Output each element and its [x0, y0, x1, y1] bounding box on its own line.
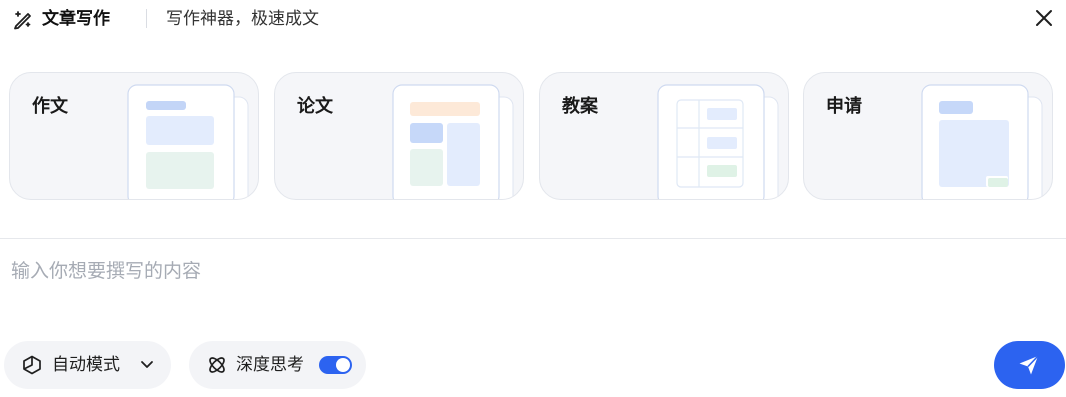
card-application[interactable]: 申请 [803, 72, 1053, 200]
card-essay[interactable]: 作文 [9, 72, 259, 200]
send-button[interactable] [994, 341, 1065, 389]
mode-selector[interactable]: 自动模式 [4, 341, 171, 389]
input-separator [0, 238, 1066, 239]
card-label: 申请 [826, 96, 862, 117]
deep-think-control[interactable]: 深度思考 [189, 341, 366, 389]
card-lesson-plan[interactable]: 教案 [539, 72, 789, 200]
deep-think-toggle[interactable] [319, 356, 352, 374]
atom-icon [209, 357, 225, 373]
card-label: 作文 [32, 96, 68, 117]
page-subtitle: 写作神器，极速成文 [166, 9, 319, 29]
lesson-plan-template-preview [657, 84, 779, 199]
card-label: 论文 [297, 96, 333, 117]
toggle-knob [336, 358, 350, 372]
card-label: 教案 [562, 96, 598, 117]
mode-label: 自动模式 [52, 355, 120, 375]
header: 文章写作 写作神器，极速成文 [0, 0, 1066, 38]
essay-template-preview [127, 84, 249, 199]
send-icon [1019, 355, 1039, 375]
card-paper[interactable]: 论文 [274, 72, 524, 200]
prompt-input[interactable] [11, 258, 971, 284]
deep-think-label: 深度思考 [236, 355, 304, 375]
header-divider [146, 9, 147, 28]
cube-icon [23, 355, 41, 375]
paper-template-preview [392, 84, 514, 199]
close-icon[interactable] [1033, 7, 1055, 29]
application-template-preview [921, 84, 1043, 199]
pen-sparkle-icon [14, 11, 31, 30]
page-title: 文章写作 [42, 9, 110, 29]
chevron-down-icon [141, 361, 153, 368]
